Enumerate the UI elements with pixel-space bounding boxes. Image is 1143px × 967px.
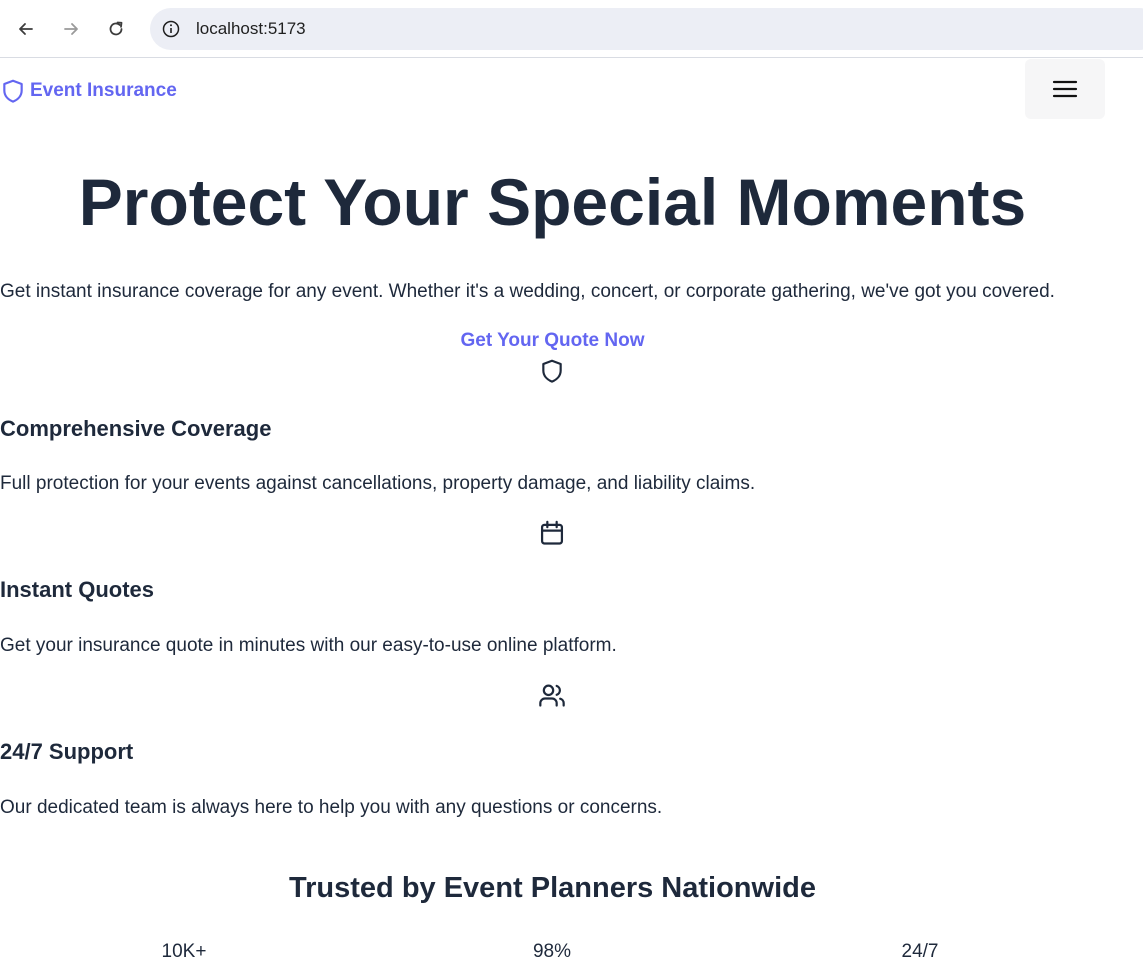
feature-description: Full protection for your events against …: [0, 473, 756, 494]
reload-button[interactable]: [99, 12, 133, 46]
address-bar[interactable]: localhost:5173: [150, 8, 1143, 50]
forward-arrow-icon: [64, 23, 78, 35]
users-icon: [538, 681, 566, 709]
feature-description: Our dedicated team is always here to hel…: [0, 797, 663, 818]
info-icon[interactable]: [160, 18, 182, 40]
menu-button[interactable]: [1025, 59, 1105, 119]
stat-value: 24/7: [901, 941, 939, 962]
feature-title: Instant Quotes: [0, 577, 155, 602]
brand-name: Event Insurance: [30, 80, 177, 101]
feature-title: 24/7 Support: [0, 739, 134, 764]
back-arrow-icon: [19, 23, 33, 35]
hero-subtitle: Get instant insurance coverage for any e…: [0, 281, 1055, 302]
hamburger-menu-icon: [1052, 80, 1078, 98]
brand-logo[interactable]: Event Insurance: [0, 76, 177, 106]
feature-title: Comprehensive Coverage: [0, 416, 272, 441]
feature-description: Get your insurance quote in minutes with…: [0, 635, 617, 656]
browser-toolbar: localhost:5173: [0, 0, 1143, 58]
url-text[interactable]: localhost:5173: [196, 19, 306, 39]
stats-title: Trusted by Event Planners Nationwide: [289, 872, 816, 904]
stat-value: 10K+: [161, 941, 207, 962]
reload-icon: [109, 21, 123, 36]
shield-icon: [3, 79, 23, 103]
hero-title: Protect Your Special Moments: [78, 165, 1027, 239]
stat-value: 98%: [532, 941, 572, 962]
back-button[interactable]: [9, 12, 43, 46]
get-quote-link[interactable]: Get Your Quote Now: [0, 330, 1105, 352]
calendar-icon: [538, 519, 566, 547]
shield-icon: [538, 357, 566, 385]
forward-button[interactable]: [54, 12, 88, 46]
